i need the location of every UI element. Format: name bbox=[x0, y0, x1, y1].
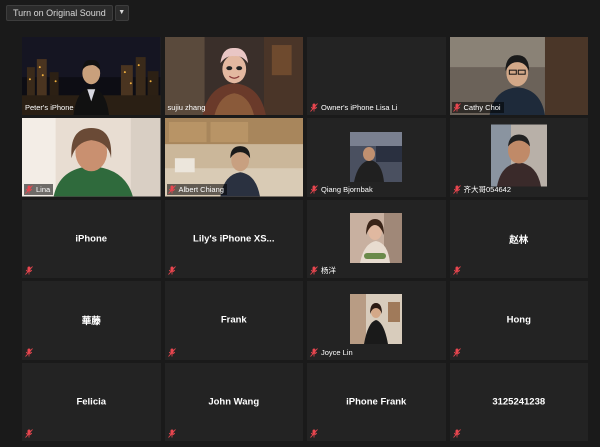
participant-tile[interactable]: 3125241238 bbox=[449, 362, 588, 441]
participant-display-name: Lily's iPhone XS... bbox=[193, 233, 275, 245]
participant-display-name: 華藤 bbox=[81, 316, 101, 328]
muted-mic-icon bbox=[167, 266, 176, 275]
participant-label bbox=[24, 347, 39, 358]
participant-tile[interactable]: Lina bbox=[22, 118, 161, 197]
muted-mic-icon bbox=[167, 185, 176, 194]
participant-name: sujiu zhang bbox=[167, 103, 206, 113]
participant-tile[interactable]: John Wang bbox=[164, 362, 303, 441]
muted-mic-icon bbox=[452, 347, 461, 357]
muted-mic-icon bbox=[167, 429, 176, 438]
participant-label bbox=[167, 428, 182, 439]
participant-name: Lina bbox=[36, 184, 51, 194]
muted-mic-icon bbox=[25, 266, 33, 275]
muted-mic-icon bbox=[167, 347, 176, 357]
toolbar: Turn on Original Sound ▼ bbox=[6, 5, 129, 21]
profile-photo bbox=[350, 294, 403, 345]
participant-label bbox=[24, 428, 39, 439]
participant-tile[interactable]: Frank bbox=[164, 281, 303, 360]
participant-tile[interactable]: iPhone Frank bbox=[307, 362, 446, 441]
muted-mic-icon bbox=[25, 185, 33, 194]
participant-name: Albert Chiang bbox=[178, 184, 224, 194]
participant-name: 杨洋 bbox=[321, 266, 336, 276]
participant-display-name: iPhone bbox=[75, 233, 108, 245]
participant-label: Lina bbox=[24, 183, 54, 195]
participant-name: Joyce Lin bbox=[321, 347, 353, 357]
participant-tile[interactable]: 華藤 bbox=[22, 281, 161, 360]
profile-photo bbox=[350, 212, 403, 263]
participant-tile[interactable]: iPhone bbox=[22, 199, 161, 279]
participant-tile[interactable]: Felicia bbox=[22, 362, 161, 441]
participant-tile[interactable]: 赵林 bbox=[449, 199, 588, 279]
muted-mic-icon bbox=[452, 103, 461, 113]
participant-label bbox=[452, 347, 467, 358]
participant-name: Owner's iPhone Lisa Li bbox=[321, 103, 398, 113]
participant-tile[interactable]: Owner's iPhone Lisa Li bbox=[307, 37, 446, 116]
chevron-down-icon[interactable]: ▼ bbox=[114, 5, 129, 21]
participant-label: sujiu zhang bbox=[167, 102, 209, 113]
participant-label bbox=[167, 265, 182, 276]
participant-label bbox=[309, 428, 324, 439]
muted-mic-icon bbox=[25, 347, 33, 357]
participant-tile[interactable]: Cathy Choi bbox=[449, 37, 588, 116]
profile-photo bbox=[350, 131, 403, 182]
participant-label: Owner's iPhone Lisa Li bbox=[309, 102, 400, 113]
muted-mic-icon bbox=[452, 266, 461, 275]
participant-label: Qiang Bjornbak bbox=[309, 184, 376, 195]
participant-tile[interactable]: 齐大哥054642 bbox=[449, 118, 588, 197]
participant-label: 杨洋 bbox=[309, 265, 339, 276]
muted-mic-icon bbox=[310, 185, 318, 194]
participant-display-name: Felicia bbox=[76, 396, 107, 408]
participant-label: 齐大哥054642 bbox=[452, 184, 515, 195]
participant-tile[interactable]: Hong bbox=[449, 281, 588, 360]
participant-tile[interactable]: 杨洋 bbox=[307, 199, 446, 279]
muted-mic-icon bbox=[25, 429, 33, 438]
muted-mic-icon bbox=[452, 429, 461, 438]
participant-tile[interactable]: Lily's iPhone XS... bbox=[164, 199, 303, 279]
participant-tile[interactable]: Peter's iPhone bbox=[22, 37, 161, 116]
muted-mic-icon bbox=[310, 429, 318, 438]
participant-display-name: Frank bbox=[220, 314, 247, 326]
muted-mic-icon bbox=[310, 266, 318, 275]
gallery-grid: Peter's iPhone sujiu zhang Owner's iPhon… bbox=[22, 37, 588, 441]
participant-label: Albert Chiang bbox=[166, 183, 227, 195]
participant-name: Qiang Bjornbak bbox=[321, 184, 373, 194]
participant-label: Cathy Choi bbox=[451, 102, 504, 114]
participant-name: Peter's iPhone bbox=[25, 103, 74, 113]
participant-display-name: iPhone Frank bbox=[346, 396, 407, 408]
participant-name: Cathy Choi bbox=[463, 103, 501, 113]
participant-label: Peter's iPhone bbox=[24, 102, 77, 113]
participant-display-name: 赵林 bbox=[509, 234, 529, 246]
muted-mic-icon bbox=[310, 103, 318, 113]
participant-label bbox=[452, 265, 467, 276]
muted-mic-icon bbox=[310, 347, 318, 357]
profile-photo bbox=[490, 124, 547, 187]
participant-display-name: Hong bbox=[506, 314, 531, 326]
participant-display-name: John Wang bbox=[208, 396, 260, 408]
participant-label: Joyce Lin bbox=[309, 347, 356, 358]
participant-tile[interactable]: Albert Chiang bbox=[164, 118, 303, 197]
original-sound-button[interactable]: Turn on Original Sound bbox=[6, 5, 113, 21]
participant-name: 齐大哥054642 bbox=[463, 184, 512, 194]
participant-label bbox=[452, 428, 467, 439]
participant-tile[interactable]: Qiang Bjornbak bbox=[307, 118, 446, 197]
participant-tile[interactable]: Joyce Lin bbox=[307, 281, 446, 360]
participant-label bbox=[24, 265, 39, 276]
muted-mic-icon bbox=[452, 185, 461, 194]
participant-tile-active-speaker[interactable]: sujiu zhang bbox=[164, 37, 303, 116]
participant-label bbox=[167, 347, 182, 358]
participant-display-name: 3125241238 bbox=[492, 396, 546, 408]
